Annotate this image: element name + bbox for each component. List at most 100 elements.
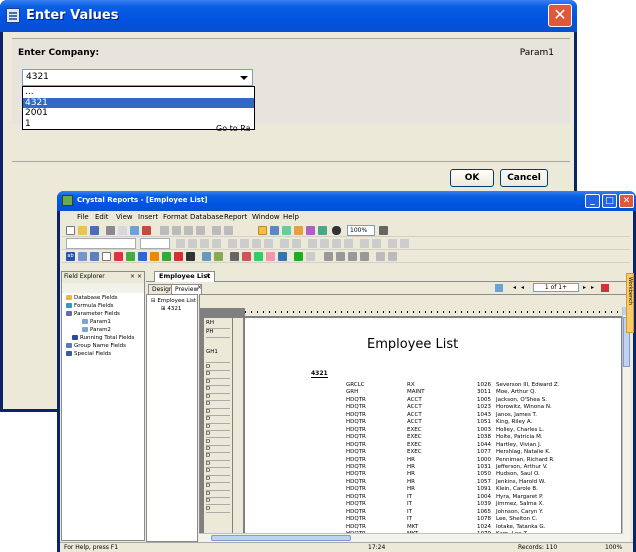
first-page-button[interactable]: ◂: [513, 284, 516, 291]
group-tree-root[interactable]: ⊟ Employee List: [151, 298, 196, 304]
section-label[interactable]: D: [206, 453, 230, 461]
run-icon[interactable]: [294, 252, 303, 261]
print-preview-icon[interactable]: [118, 226, 127, 235]
forward-icon[interactable]: [388, 252, 397, 261]
section-label[interactable]: D: [206, 371, 230, 379]
section-label[interactable]: D: [206, 468, 230, 476]
hscroll-thumb[interactable]: [211, 535, 351, 541]
toggle-tree-icon[interactable]: [258, 226, 267, 235]
menu-edit[interactable]: Edit: [95, 213, 109, 221]
tree-item-param2[interactable]: Param2: [82, 327, 111, 333]
menu-report[interactable]: Report: [224, 213, 247, 221]
prev-page-button[interactable]: ◂: [521, 284, 524, 291]
tree-item-param1[interactable]: Param1: [82, 319, 111, 325]
section-label[interactable]: D: [206, 416, 230, 424]
chevron-down-icon[interactable]: [236, 70, 252, 85]
company-combo-box[interactable]: 4321: [22, 69, 253, 86]
tree-item-group-name-fields[interactable]: Group Name Fields: [66, 343, 126, 349]
section-label[interactable]: D: [206, 431, 230, 439]
insert-text-icon[interactable]: ab: [66, 252, 75, 261]
paste-icon[interactable]: [184, 226, 193, 235]
range-link-partial[interactable]: Go to Ra: [216, 124, 251, 133]
menu-insert[interactable]: Insert: [138, 213, 158, 221]
formula-workshop-icon[interactable]: [242, 252, 251, 261]
menu-window[interactable]: Window: [252, 213, 280, 221]
dropdown-option-selected[interactable]: 4321: [23, 97, 254, 108]
insert-map-icon[interactable]: [186, 252, 195, 261]
section-label[interactable]: D: [206, 446, 230, 454]
section-label[interactable]: D: [206, 394, 230, 402]
minimize-button[interactable]: _: [585, 194, 600, 208]
vertical-scrollbar[interactable]: [622, 307, 630, 542]
repository-icon[interactable]: [294, 226, 303, 235]
print-icon[interactable]: [106, 226, 115, 235]
section-label[interactable]: D: [206, 506, 230, 513]
bold-icon[interactable]: [188, 239, 197, 248]
first-page-icon[interactable]: [324, 252, 333, 261]
tree-item-running-total-fields[interactable]: Running Total Fields: [72, 335, 134, 341]
menu-database[interactable]: Database: [190, 213, 223, 221]
tab-close-icon[interactable]: ×: [205, 272, 211, 280]
menu-help[interactable]: Help: [283, 213, 299, 221]
help-icon[interactable]: [379, 226, 388, 235]
next-page-button[interactable]: ▸: [583, 284, 586, 291]
dropdown-option[interactable]: ...: [23, 87, 254, 98]
insert-subreport-icon[interactable]: [126, 252, 135, 261]
field-explorer-close[interactable]: × ×: [130, 272, 142, 282]
align-center-icon[interactable]: [240, 239, 249, 248]
last-page-button[interactable]: ▸: [591, 284, 594, 291]
stop-icon[interactable]: [306, 252, 315, 261]
save-icon[interactable]: [90, 226, 99, 235]
italic-icon[interactable]: [200, 239, 209, 248]
open-icon[interactable]: [78, 226, 87, 235]
select-expert-icon[interactable]: [202, 252, 211, 261]
lock-format-icon[interactable]: [360, 239, 369, 248]
redo-icon[interactable]: [224, 226, 233, 235]
section-label[interactable]: D: [206, 409, 230, 417]
cut-icon[interactable]: [160, 226, 169, 235]
section-label[interactable]: D: [206, 491, 230, 499]
maximize-button[interactable]: □: [602, 194, 617, 208]
format-painter-icon[interactable]: [196, 226, 205, 235]
export-icon[interactable]: [130, 226, 139, 235]
workbench-icon[interactable]: [318, 226, 327, 235]
refresh-icon[interactable]: [142, 226, 151, 235]
section-label[interactable]: D: [206, 401, 230, 409]
next-page-icon[interactable]: [348, 252, 357, 261]
insert-summary-icon[interactable]: [90, 252, 99, 261]
section-label[interactable]: D: [206, 379, 230, 387]
prev-page-icon[interactable]: [336, 252, 345, 261]
insert-chart-icon[interactable]: [174, 252, 183, 261]
section-label[interactable]: D: [206, 439, 230, 446]
align-left-icon[interactable]: [228, 239, 237, 248]
section-expert-icon[interactable]: [254, 252, 263, 261]
section-label[interactable]: D: [206, 483, 230, 491]
border-icon[interactable]: [292, 239, 301, 248]
section-label[interactable]: D: [206, 476, 230, 484]
preview-close-icon[interactable]: ×: [197, 284, 202, 291]
tree-item-database-fields[interactable]: Database Fields: [66, 295, 118, 301]
percent-icon[interactable]: [320, 239, 329, 248]
font-name-combo[interactable]: [66, 238, 136, 249]
font-size-combo[interactable]: [140, 238, 170, 249]
insert-crosstab-icon[interactable]: [102, 252, 111, 261]
report-explorer-icon[interactable]: [282, 226, 291, 235]
group-tree-node-4321[interactable]: ⊞ 4321: [161, 306, 181, 312]
thousands-icon[interactable]: [332, 239, 341, 248]
dropdown-option[interactable]: 2001: [23, 108, 254, 119]
tree-item-parameter-fields[interactable]: Parameter Fields: [66, 311, 120, 317]
insert-group-icon[interactable]: [78, 252, 87, 261]
tree-item-formula-fields[interactable]: Formula Fields: [66, 303, 114, 309]
section-label[interactable]: PH: [206, 329, 230, 338]
section-label[interactable]: D: [206, 424, 230, 431]
decrease-decimal-icon[interactable]: [388, 239, 397, 248]
menu-view[interactable]: View: [116, 213, 133, 221]
window-close-button[interactable]: ✕: [619, 194, 634, 208]
insert-line-icon[interactable]: [138, 252, 147, 261]
tree-item-special-fields[interactable]: Special Fields: [66, 351, 111, 357]
undo-icon[interactable]: [212, 226, 221, 235]
section-label[interactable]: RH: [206, 320, 230, 329]
underline-icon[interactable]: [212, 239, 221, 248]
cr-title-bar[interactable]: Crystal Reports - [Employee List] _ □ ✕: [57, 191, 636, 211]
workbench-side-tab[interactable]: Workbench: [626, 273, 634, 333]
